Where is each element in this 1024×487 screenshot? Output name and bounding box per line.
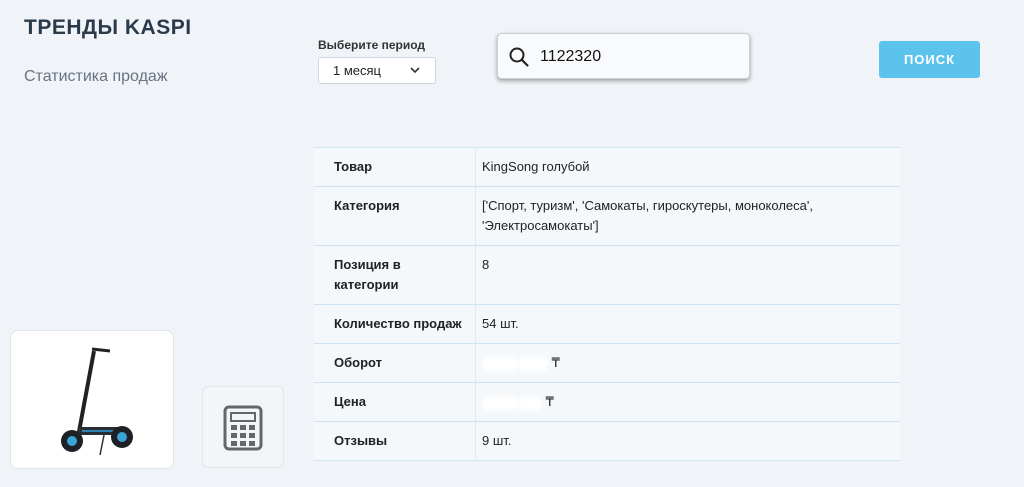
brand-title: ТРЕНДЫ KASPI	[24, 16, 192, 39]
period-select[interactable]: 1 месяц	[318, 57, 436, 84]
row-value: ['Спорт, туризм', 'Самокаты, гироскутеры…	[475, 186, 900, 246]
calculator-button[interactable]	[202, 386, 284, 468]
period-label: Выберите период	[318, 38, 426, 52]
search-icon	[508, 46, 530, 73]
row-value: 9 шт.	[475, 421, 900, 461]
row-value: 54 шт.	[475, 304, 900, 344]
row-key: Позиция в категории	[314, 245, 476, 305]
scooter-image	[48, 343, 134, 457]
row-key: Товар	[314, 147, 476, 187]
period-selected-value: 1 месяц	[333, 63, 381, 78]
table-row: Количество продаж 54 шт.	[314, 304, 900, 344]
row-key: Оборот	[314, 343, 476, 383]
table-row: Оборот ₸	[314, 343, 900, 383]
table-row: Позиция в категории 8	[314, 245, 900, 305]
table-row: Отзывы 9 шт.	[314, 421, 900, 461]
redacted-value	[482, 356, 518, 371]
row-key: Отзывы	[314, 421, 476, 461]
product-info-table: Товар KingSong голубой Категория ['Спорт…	[314, 147, 900, 461]
search-button[interactable]: ПОИСК	[879, 41, 980, 78]
table-row: Цена ₸	[314, 382, 900, 422]
calculator-icon	[223, 405, 263, 451]
search-box[interactable]	[497, 33, 750, 79]
row-value: KingSong голубой	[475, 147, 900, 187]
search-input[interactable]	[538, 44, 742, 70]
page-subtitle: Статистика продаж	[24, 68, 168, 85]
row-value: ₸	[475, 343, 900, 383]
product-image-card[interactable]	[10, 330, 174, 469]
table-row: Товар KingSong голубой	[314, 147, 900, 187]
table-row: Категория ['Спорт, туризм', 'Самокаты, г…	[314, 186, 900, 246]
chevron-down-icon	[409, 64, 421, 79]
row-value: 8	[475, 245, 900, 305]
redacted-value	[482, 395, 518, 410]
row-key: Категория	[314, 186, 476, 246]
row-key: Количество продаж	[314, 304, 476, 344]
row-key: Цена	[314, 382, 476, 422]
row-value: ₸	[475, 382, 900, 422]
